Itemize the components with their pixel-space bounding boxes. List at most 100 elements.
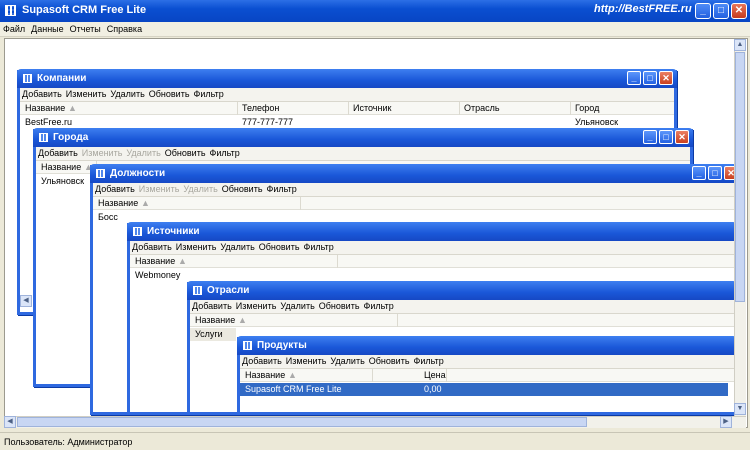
close-button[interactable]: ✕ [731,3,747,19]
maximize-button[interactable]: □ [713,3,729,19]
window-title: Источники [147,226,200,237]
scroll-left-icon[interactable]: ◀ [20,295,32,307]
edit-button[interactable]: Изменить [80,147,125,159]
sort-asc-icon: ▲ [141,198,150,208]
menu-reports[interactable]: Отчеты [67,22,104,36]
refresh-button[interactable]: Обновить [163,147,208,159]
scroll-thumb[interactable] [735,52,745,302]
minimize-button[interactable]: _ [643,130,657,144]
delete-button[interactable]: Удалить [124,147,162,159]
vertical-scrollbar[interactable]: ▲ ▼ [734,39,746,416]
window-icon [96,169,105,178]
table-header: Название ▲ [93,197,737,210]
column-header[interactable]: Отрасль [464,103,500,113]
table-row[interactable]: Услуги [190,328,236,341]
close-button[interactable]: ✕ [659,71,673,85]
column-header[interactable]: Название [41,162,81,172]
cities-caption[interactable]: Города _ □ ✕ [33,128,693,147]
refresh-button[interactable]: Обновить [220,183,265,195]
delete-button[interactable]: Удалить [278,300,316,312]
window-icon [133,227,142,236]
add-button[interactable]: Добавить [20,88,64,100]
edit-button[interactable]: Изменить [174,241,219,253]
add-button[interactable]: Добавить [130,241,174,253]
table-header: Название ▲ Телефон Источник Отрасль Город [20,102,674,115]
edit-button[interactable]: Изменить [234,300,279,312]
app-title-bar: Supasoft CRM Free Lite http://BestFREE.r… [0,0,750,22]
scroll-thumb[interactable] [17,417,587,427]
column-header[interactable]: Название [195,315,235,325]
cell-phone: 777-777-777 [242,117,294,127]
column-header[interactable]: Цена [424,370,446,380]
table-header: Название ▲ [130,255,734,268]
table-row-selected[interactable]: Supasoft CRM Free Lite 0,00 [240,383,728,396]
column-header[interactable]: Телефон [242,103,279,113]
filter-button[interactable]: Фильтр [208,147,242,159]
menu-data[interactable]: Данные [28,22,67,36]
window-icon [39,133,48,142]
window-icon [23,74,32,83]
delete-button[interactable]: Удалить [181,183,219,195]
minimize-button[interactable]: _ [692,166,706,180]
delete-button[interactable]: Удалить [218,241,256,253]
positions-caption[interactable]: Должности _ □ ✕ [90,164,740,183]
maximize-button[interactable]: □ [708,166,722,180]
menu-bar: Файл Данные Отчеты Справка [0,22,750,37]
scroll-left-icon[interactable]: ◀ [4,416,16,428]
scroll-down-icon[interactable]: ▼ [734,403,746,415]
scroll-right-icon[interactable]: ▶ [720,416,732,428]
refresh-button[interactable]: Обновить [257,241,302,253]
column-header[interactable]: Город [575,103,599,113]
column-header[interactable]: Название [245,370,285,380]
products-window[interactable]: Продукты Добавить Изменить Удалить Обновить… [237,336,737,415]
refresh-button[interactable]: Обновить [367,355,412,367]
cell-city: Ульяновск [575,117,619,127]
sources-caption[interactable]: Источники [127,222,737,241]
filter-button[interactable]: Фильтр [192,88,226,100]
window-title: Отрасли [207,285,250,296]
filter-button[interactable]: Фильтр [265,183,299,195]
delete-button[interactable]: Удалить [108,88,146,100]
close-button[interactable]: ✕ [675,130,689,144]
minimize-button[interactable]: _ [627,71,641,85]
column-header[interactable]: Название [25,103,65,113]
menu-file[interactable]: Файл [0,22,28,36]
cell-price: 0,00 [424,384,442,394]
add-button[interactable]: Добавить [36,147,80,159]
sort-asc-icon: ▲ [178,256,187,266]
add-button[interactable]: Добавить [240,355,284,367]
edit-button[interactable]: Изменить [137,183,182,195]
toolbar: Добавить Изменить Удалить Обновить Фильтр [36,147,690,161]
add-button[interactable]: Добавить [190,300,234,312]
window-title: Города [53,132,89,143]
edit-button[interactable]: Изменить [64,88,109,100]
toolbar: Добавить Изменить Удалить Обновить Фильтр [20,88,674,102]
maximize-button[interactable]: □ [643,71,657,85]
scroll-up-icon[interactable]: ▲ [734,39,746,51]
window-title: Должности [110,168,166,179]
edit-button[interactable]: Изменить [284,355,329,367]
column-header[interactable]: Источник [353,103,391,113]
horizontal-scrollbar[interactable]: ◀ ▶ [4,416,746,428]
maximize-button[interactable]: □ [659,130,673,144]
filter-button[interactable]: Фильтр [362,300,396,312]
refresh-button[interactable]: Обновить [317,300,362,312]
window-title: Компании [37,73,87,84]
filter-button[interactable]: Фильтр [302,241,336,253]
add-button[interactable]: Добавить [93,183,137,195]
column-header[interactable]: Название [135,256,175,266]
toolbar: Добавить Изменить Удалить Обновить Фильтр [93,183,737,197]
industries-caption[interactable]: Отрасли [187,281,737,300]
sort-asc-icon: ▲ [238,315,247,325]
products-caption[interactable]: Продукты [237,336,737,355]
delete-button[interactable]: Удалить [328,355,366,367]
menu-help[interactable]: Справка [104,22,145,36]
toolbar: Добавить Изменить Удалить Обновить Фильтр [130,241,734,255]
filter-button[interactable]: Фильтр [412,355,446,367]
column-header[interactable]: Название [98,198,138,208]
companies-caption[interactable]: Компании _ □ ✕ [17,69,677,88]
site-watermark: http://BestFREE.ru [594,3,692,15]
minimize-button[interactable]: _ [695,3,711,19]
sort-asc-icon: ▲ [68,103,77,113]
refresh-button[interactable]: Обновить [147,88,192,100]
